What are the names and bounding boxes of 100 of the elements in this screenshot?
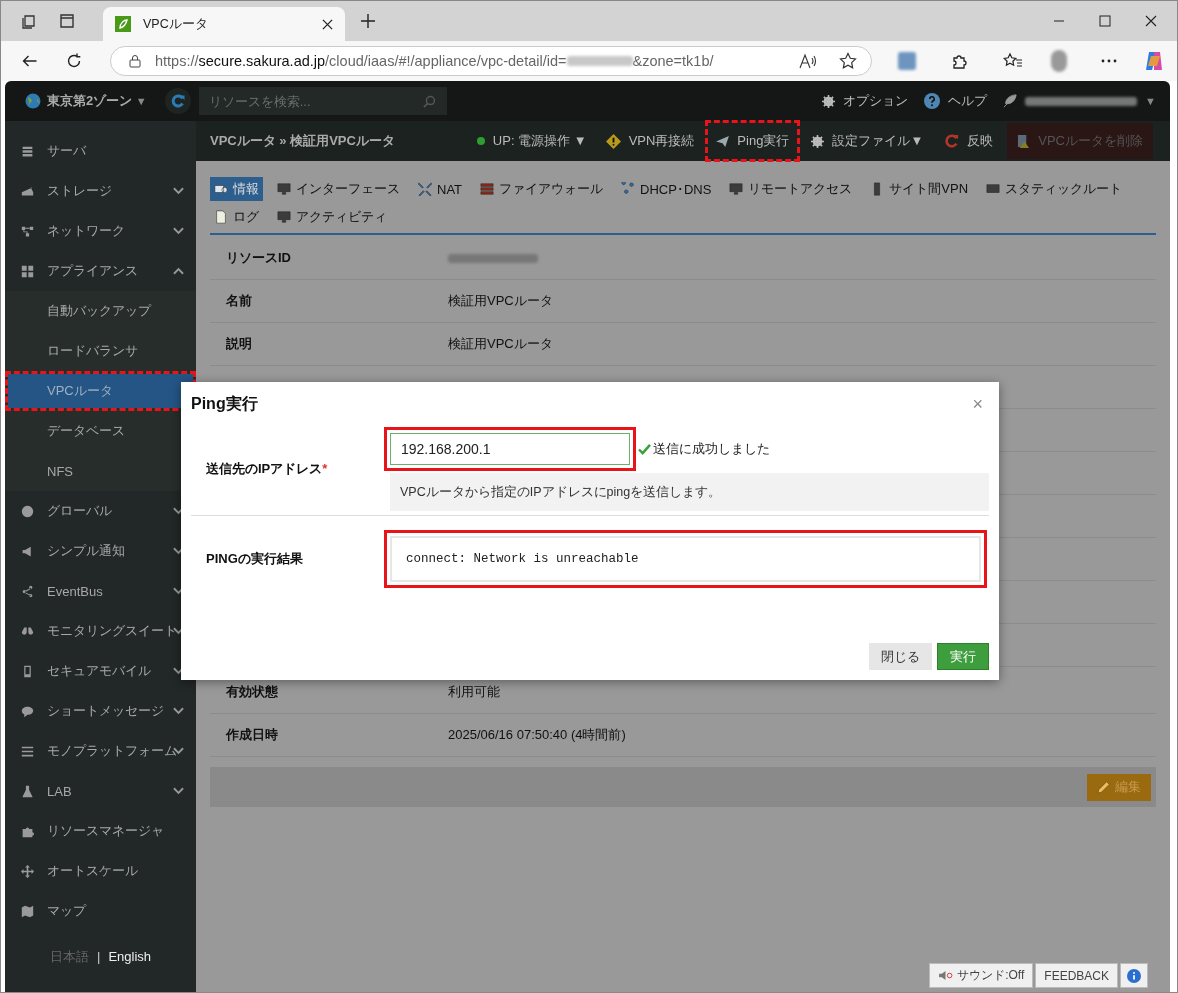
read-aloud-icon[interactable] [799,53,817,69]
server-icon [21,144,34,158]
close-icon[interactable] [322,18,333,30]
address-bar[interactable]: https://secure.sakura.ad.jp/cloud/iaas/#!/appliance/vpc-detail/id= &zone=tk1b/ [110,46,872,76]
tab[interactable]: アクティビティ [273,205,391,229]
phone-icon [21,664,34,678]
tab[interactable]: リモートアクセス [725,177,857,201]
feather-icon [1003,94,1018,108]
megaphone-icon [21,544,34,558]
star-icon[interactable] [839,52,857,70]
sidebar-item[interactable]: ロードバランサ [8,334,193,368]
reload-icon[interactable] [66,53,82,69]
url-text: &zone=tk1b/ [632,53,714,69]
close-icon[interactable] [1145,15,1157,27]
info-icon [1127,968,1141,983]
action-button[interactable]: 反映 [937,123,1002,159]
tab[interactable]: 情報 [210,177,263,201]
maximize-icon[interactable] [1099,15,1111,27]
tab[interactable]: インターフェース [273,177,404,201]
monitor-icon [277,210,291,224]
grid-icon [21,264,34,278]
paper-plane-icon [716,135,730,147]
info-button[interactable] [1120,963,1148,988]
monitor-icon [729,182,744,196]
move-icon [21,864,34,878]
tab[interactable]: サイト間VPN [866,177,973,201]
arrows-icon [418,182,432,196]
power-menu[interactable]: UP: 電源操作 ▼ [492,132,587,150]
breadcrumb: VPCルータ » 検証用VPCルータ [210,132,395,150]
field-label: 名前 [226,292,253,310]
globe-icon [21,504,34,518]
sidebar-item[interactable]: VPCルータ [8,374,193,408]
network-icon [21,224,34,238]
field-value: 利用可能 [448,683,500,701]
nodes-icon [621,182,636,196]
sidebar-item[interactable]: ショートメッセージ [5,691,196,731]
sidebar-panel-icon[interactable] [59,13,75,29]
back-icon[interactable] [21,53,38,69]
tab[interactable]: NAT [414,177,467,201]
new-tab-icon[interactable] [361,14,375,28]
header-link[interactable]: オプション [843,92,909,110]
settings-icon [822,94,836,108]
settings-icon [811,134,825,148]
field-value: 2025/06/16 07:50:40 (4時間前) [448,726,626,744]
sound-toggle[interactable]: サウンド:Off [929,963,1034,988]
tab[interactable]: ログ [210,205,263,229]
action-button[interactable]: Ping実行 [708,123,798,159]
sidebar-item[interactable]: リソースマネージャ [5,811,196,851]
sidebar-item[interactable]: LAB [5,771,196,811]
check-icon [638,443,651,455]
zone-selector[interactable]: 東京第2ゾーン ▼ [47,92,147,110]
sidebar-item[interactable]: モニタリングスイート [5,611,196,651]
field-label: 送信先のIPアドレス* [206,461,328,476]
user-menu-caret[interactable]: ▼ [1145,95,1156,107]
close-button[interactable]: 閉じる [869,643,932,670]
copilot-icon[interactable] [1143,50,1165,72]
sidebar-item[interactable]: サーバ [5,131,196,171]
monitor-icon [277,182,291,196]
monitor-icon [986,182,1001,196]
action-button[interactable]: 設定ファイル▼ [803,123,932,159]
sidebar-item[interactable]: ストレージ [5,171,196,211]
tab[interactable]: DHCP･DNS [617,177,716,201]
sidebar-item[interactable]: 自動バックアップ [8,294,193,328]
tab[interactable]: ファイアウォール [476,177,608,201]
sidebar-item[interactable]: ネットワーク [5,211,196,251]
map-icon [21,904,34,918]
dialog-title: Ping実行 [191,394,258,414]
ip-address-input[interactable]: 192.168.200.1 [390,433,630,465]
refresh-icon [945,134,960,148]
favorites-icon[interactable] [1003,52,1023,70]
field-value: 検証用VPCルータ [448,292,553,310]
pencil-icon [1097,780,1111,794]
tab[interactable]: スタティックルート [982,177,1127,201]
action-button[interactable]: VPN再接続 [597,123,703,159]
close-button[interactable]: × [966,394,989,415]
run-button[interactable]: 実行 [937,643,989,670]
sidebar-item[interactable]: マップ [5,891,196,931]
trash-warning-icon [1017,133,1031,149]
sidebar-item[interactable]: グローバル [5,491,196,531]
status-text: 送信に成功しました [653,440,770,458]
list-icon [21,744,34,758]
refresh-icon[interactable] [164,88,191,114]
share-icon [21,584,34,598]
header-link[interactable]: ヘルプ [948,92,988,110]
field-label: 作成日時 [226,726,279,744]
help-icon [924,93,941,109]
url-text: https://secure.sakura.ad.jp/cloud/iaas/#!/appliance/vpc-detail/id= [155,53,567,69]
more-icon[interactable] [1101,59,1117,63]
language-link[interactable]: English [108,949,151,964]
feedback-button[interactable]: FEEDBACK [1035,963,1118,988]
sidebar-item[interactable]: モノプラットフォーム [5,731,196,771]
browser-tab[interactable]: VPCルータ [103,7,345,41]
info-icon [214,182,228,196]
help-text: VPCルータから指定のIPアドレスにpingを送信します。 [390,473,989,511]
field-label: 有効状態 [226,683,279,701]
binoculars-icon [21,624,34,638]
flask-icon [21,784,34,798]
sidebar-item[interactable]: アプライアンス [5,251,196,291]
tab-actions-icon[interactable] [21,13,37,29]
sidebar-item[interactable]: オートスケール [5,851,196,891]
